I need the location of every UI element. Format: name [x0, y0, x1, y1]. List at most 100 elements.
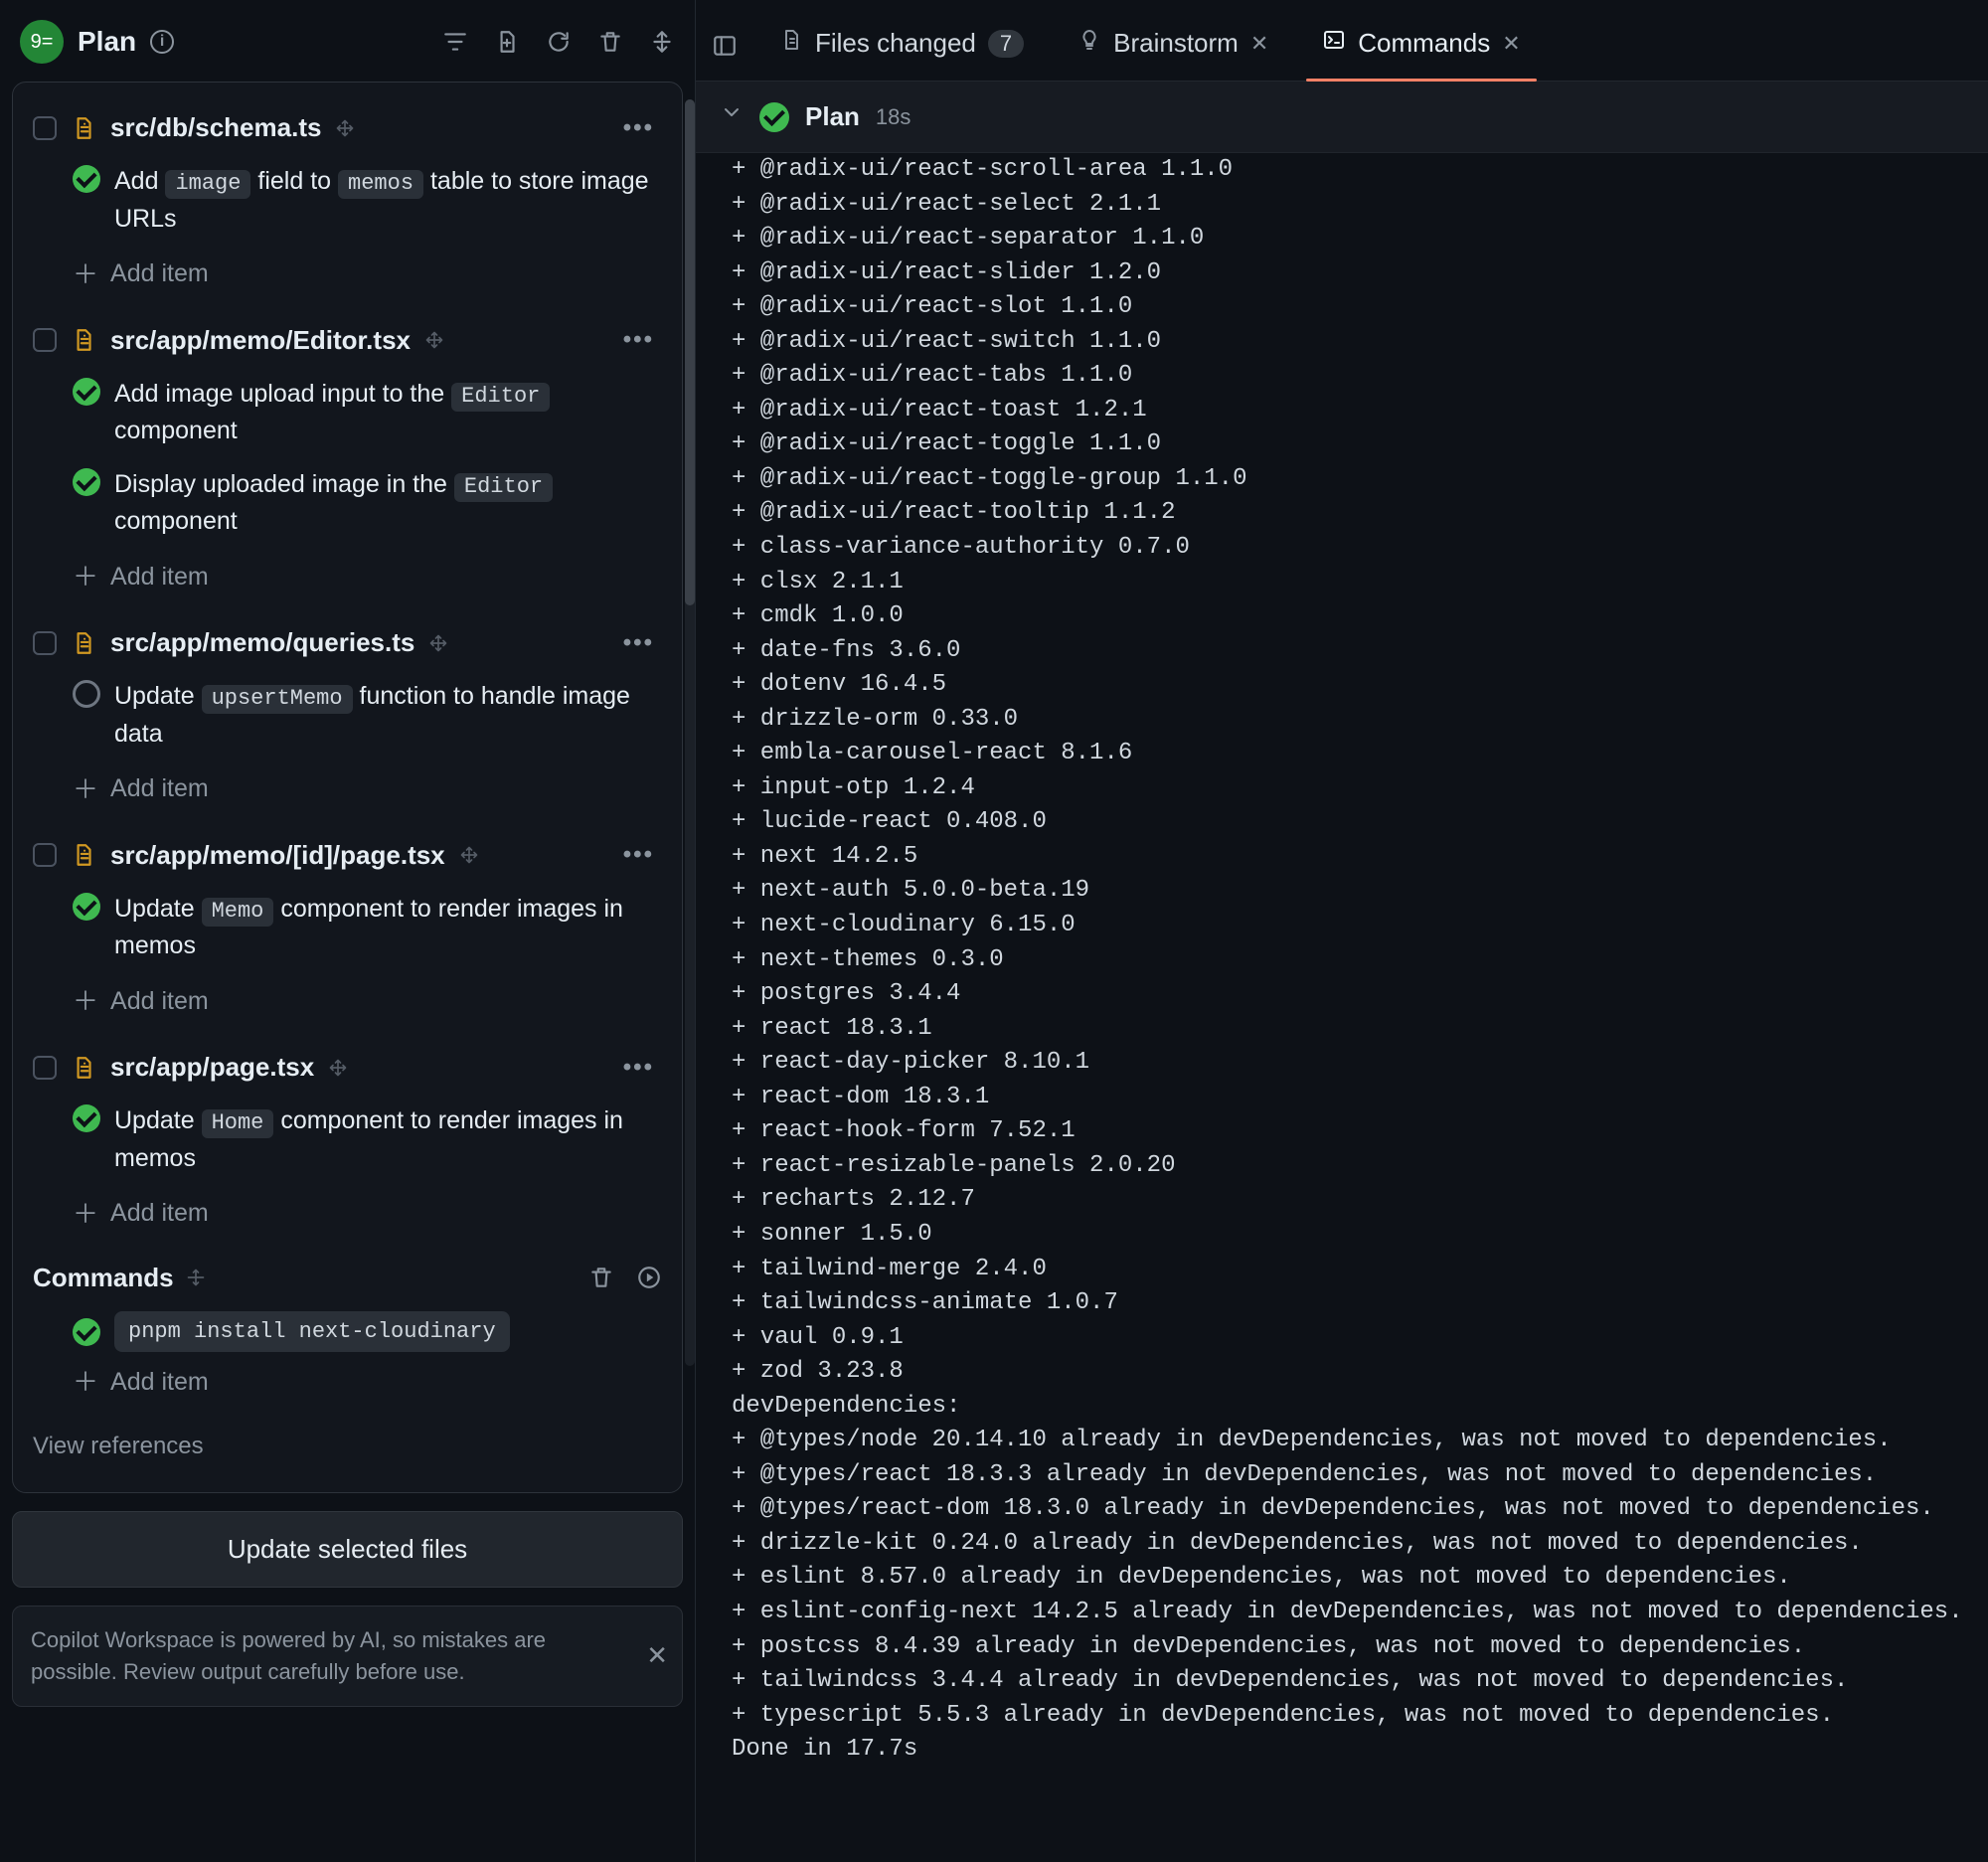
checkbox[interactable] [33, 1056, 57, 1080]
add-item-button[interactable]: ＋Add item [29, 551, 666, 602]
command-row[interactable]: pnpm install next-cloudinary [29, 1307, 666, 1356]
terminal-line: + sonner 1.5.0 [732, 1218, 1988, 1253]
task-row[interactable]: Add image upload input to the Editor com… [29, 370, 666, 460]
trash-icon[interactable] [597, 29, 623, 55]
command-run-header[interactable]: Plan 18s [696, 82, 1988, 153]
file-path[interactable]: src/app/page.tsx [110, 1048, 314, 1087]
lightbulb-icon [1077, 24, 1101, 63]
task-row[interactable]: Display uploaded image in the Editor com… [29, 460, 666, 551]
terminal-line: + postgres 3.4.4 [732, 977, 1988, 1012]
terminal-line: + class-variance-authority 0.7.0 [732, 531, 1988, 566]
close-icon[interactable]: ✕ [646, 1637, 668, 1675]
drag-handle-icon[interactable] [186, 1268, 206, 1287]
checkbox[interactable] [33, 116, 57, 140]
file-path[interactable]: src/app/memo/Editor.tsx [110, 321, 411, 360]
collapse-icon[interactable] [649, 29, 675, 55]
more-menu-icon[interactable]: ••• [623, 110, 662, 146]
terminal-line: + clsx 2.1.1 [732, 566, 1988, 600]
terminal-line: + @radix-ui/react-toggle-group 1.1.0 [732, 462, 1988, 497]
scrollbar[interactable] [685, 99, 695, 1366]
terminal-line: + next-themes 0.3.0 [732, 943, 1988, 978]
avatar[interactable]: 9= [20, 20, 64, 64]
task-text: Update upsertMemo function to handle ima… [114, 678, 662, 753]
file-header: src/app/memo/[id]/page.tsx ••• [29, 832, 666, 885]
checkbox[interactable] [33, 328, 57, 352]
add-item-label: Add item [110, 1195, 209, 1233]
file-diff-icon [779, 24, 803, 63]
refresh-icon[interactable] [546, 29, 572, 55]
terminal-line: + tailwindcss-animate 1.0.7 [732, 1286, 1988, 1321]
drag-handle-icon[interactable] [428, 633, 448, 653]
view-references-link[interactable]: View references [23, 1407, 672, 1472]
add-item-label: Add item [110, 255, 209, 293]
task-text: Display uploaded image in the Editor com… [114, 466, 662, 541]
add-item-button[interactable]: ＋Add item [29, 975, 666, 1027]
status-done-icon [73, 468, 100, 496]
add-item-label: Add item [110, 559, 209, 596]
more-menu-icon[interactable]: ••• [623, 1050, 662, 1086]
terminal-line: + @types/react-dom 18.3.0 already in dev… [732, 1492, 1988, 1527]
code-token: Memo [202, 898, 274, 927]
trash-icon[interactable] [588, 1265, 614, 1290]
info-icon[interactable]: i [150, 30, 174, 54]
add-item-button[interactable]: ＋ Add item [29, 1356, 666, 1408]
tab-brainstorm[interactable]: Brainstorm ✕ [1056, 10, 1290, 81]
task-row[interactable]: Update Home component to render images i… [29, 1097, 666, 1187]
close-icon[interactable]: ✕ [1250, 27, 1268, 60]
terminal-line: + @radix-ui/react-slider 1.2.0 [732, 256, 1988, 291]
drag-handle-icon[interactable] [335, 118, 355, 138]
filter-icon[interactable] [442, 29, 468, 55]
terminal-line: + next-auth 5.0.0-beta.19 [732, 874, 1988, 909]
tab-commands[interactable]: Commands ✕ [1300, 10, 1542, 81]
drag-handle-icon[interactable] [459, 845, 479, 865]
plus-icon: ＋ [73, 776, 98, 802]
play-icon[interactable] [636, 1265, 662, 1290]
chevron-down-icon[interactable] [720, 99, 744, 135]
checkbox[interactable] [33, 843, 57, 867]
more-menu-icon[interactable]: ••• [623, 625, 662, 661]
add-item-label: Add item [110, 983, 209, 1021]
status-done-icon [73, 1104, 100, 1132]
add-item-button[interactable]: ＋Add item [29, 1187, 666, 1239]
tab-label: Brainstorm [1113, 24, 1239, 63]
add-item-button[interactable]: ＋Add item [29, 762, 666, 814]
code-token: Home [202, 1109, 274, 1138]
scrollbar-thumb[interactable] [685, 99, 695, 605]
file-path[interactable]: src/app/memo/[id]/page.tsx [110, 836, 445, 875]
file-path[interactable]: src/app/memo/queries.ts [110, 623, 414, 662]
header-actions [442, 29, 675, 55]
drag-handle-icon[interactable] [328, 1058, 348, 1078]
task-text: Update Home component to render images i… [114, 1102, 662, 1177]
terminal-line: + @radix-ui/react-select 2.1.1 [732, 188, 1988, 223]
checkbox[interactable] [33, 631, 57, 655]
add-item-button[interactable]: ＋Add item [29, 248, 666, 299]
right-panel: Files changed 7 Brainstorm ✕ Commands ✕ … [696, 0, 1988, 1862]
terminal-line: + next-cloudinary 6.15.0 [732, 909, 1988, 943]
close-icon[interactable]: ✕ [1502, 27, 1520, 60]
tab-files-changed[interactable]: Files changed 7 [757, 10, 1046, 81]
terminal-line: + vaul 0.9.1 [732, 1321, 1988, 1356]
panel-title: Plan [78, 21, 136, 63]
terminal-line: + tailwind-merge 2.4.0 [732, 1253, 1988, 1287]
terminal-line: + dotenv 16.4.5 [732, 668, 1988, 703]
panel-toggle-icon[interactable] [712, 33, 738, 59]
drag-handle-icon[interactable] [424, 330, 444, 350]
status-pending-icon [73, 680, 100, 708]
task-row[interactable]: Add image field to memos table to store … [29, 157, 666, 248]
run-duration: 18s [876, 100, 911, 133]
file-path[interactable]: src/db/schema.ts [110, 108, 321, 147]
more-menu-icon[interactable]: ••• [623, 322, 662, 358]
file-group: src/db/schema.ts ••• Add image field to me… [23, 92, 672, 305]
terminal-line: + eslint 8.57.0 already in devDependenci… [732, 1561, 1988, 1596]
file-header: src/app/page.tsx ••• [29, 1044, 666, 1097]
file-diff-icon [71, 1055, 96, 1081]
task-row[interactable]: Update upsertMemo function to handle ima… [29, 672, 666, 762]
task-row[interactable]: Update Memo component to render images i… [29, 885, 666, 975]
file-group: src/app/memo/Editor.tsx ••• Add image uplo… [23, 305, 672, 608]
update-selected-files-button[interactable]: Update selected files [12, 1511, 683, 1588]
terminal-line: + zod 3.23.8 [732, 1355, 1988, 1390]
add-file-icon[interactable] [494, 29, 520, 55]
status-check-icon [759, 102, 789, 132]
more-menu-icon[interactable]: ••• [623, 837, 662, 873]
task-text: Add image field to memos table to store … [114, 163, 662, 238]
